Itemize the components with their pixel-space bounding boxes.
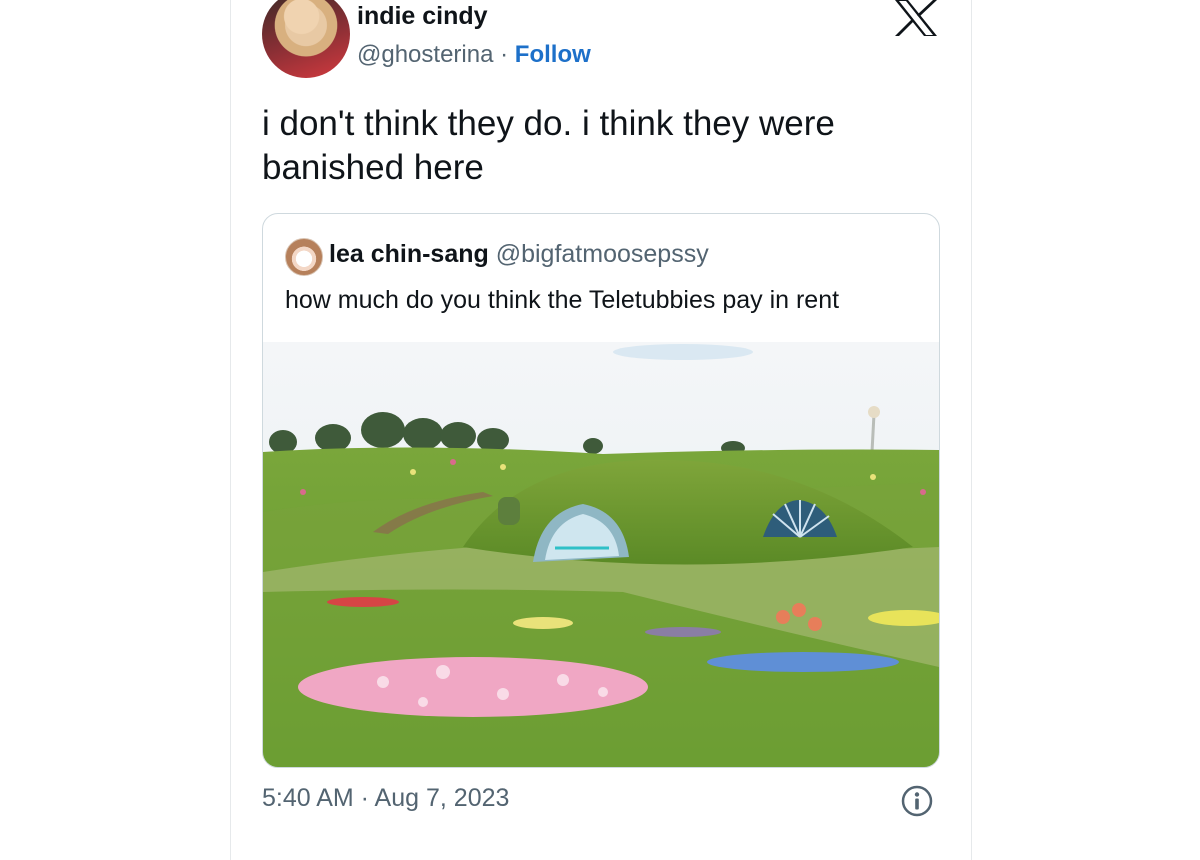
quoted-tweet[interactable]: lea chin-sang @bigfatmoosepssy how much …: [262, 213, 940, 768]
quoted-tweet-header: lea chin-sang @bigfatmoosepssy: [329, 240, 709, 269]
handle-separator: ·: [493, 41, 515, 68]
info-icon[interactable]: [900, 784, 934, 818]
quoted-author-name[interactable]: lea chin-sang: [329, 240, 489, 268]
tweet-text: i don't think they do. i think they were…: [262, 104, 835, 187]
quoted-tweet-text: how much do you think the Teletubbies pa…: [285, 286, 840, 314]
x-logo-icon[interactable]: [893, 0, 939, 36]
author-handle[interactable]: @ghosterina: [357, 41, 493, 68]
author-display-name[interactable]: indie cindy: [357, 2, 488, 31]
teletubbies-house-photo[interactable]: [263, 342, 939, 767]
tweet-timestamp[interactable]: 5:40 AM · Aug 7, 2023: [262, 784, 509, 813]
author-handle-line: @ghosterina · Follow: [357, 41, 591, 69]
quoted-author-handle[interactable]: @bigfatmoosepssy: [496, 240, 709, 268]
quoted-author-avatar[interactable]: [285, 238, 323, 276]
follow-button[interactable]: Follow: [515, 41, 591, 68]
